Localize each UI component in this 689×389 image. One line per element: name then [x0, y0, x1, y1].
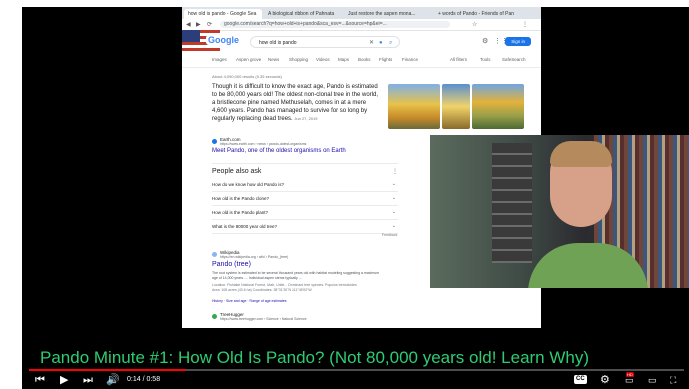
filter-chip[interactable]: Images: [212, 57, 227, 62]
video-caption: Pando Minute #1: How Old Is Pando? (Not …: [40, 348, 590, 367]
browser-tab[interactable]: how old is pando - Google Sea: [184, 9, 262, 19]
filter-chip[interactable]: Aspen grove: [236, 57, 261, 62]
result-url: https://www.treehugger.com › Science › N…: [220, 317, 307, 321]
time-display: 0:14 / 0:58: [127, 376, 161, 383]
browser-tab-bar: how old is pando - Google Sea A biologic…: [182, 7, 541, 19]
source-url: https://www.earth.com › news › pando-old…: [220, 142, 307, 146]
featured-snippet: Though it is difficult to know the exact…: [212, 83, 382, 123]
chevron-down-icon: ⌄: [391, 181, 396, 187]
play-icon[interactable]: ▶: [60, 372, 68, 388]
paa-question-text: How old is the Pando clone?: [212, 196, 270, 201]
chevron-down-icon: ⌄: [391, 209, 396, 215]
result-title-link[interactable]: Pando (tree): [212, 261, 251, 268]
next-icon[interactable]: ⏭: [83, 372, 93, 388]
feedback-link[interactable]: Feedback: [382, 233, 397, 237]
filter-chip[interactable]: Shopping: [289, 57, 308, 62]
result-attributes: Location: Fishlake National Forest, Utah…: [212, 283, 402, 293]
aspen-image[interactable]: [442, 84, 470, 129]
aspen-image[interactable]: [472, 84, 524, 129]
filter-chip[interactable]: Finance: [402, 57, 418, 62]
result-snippet: The root system is estimated to be sever…: [212, 271, 380, 280]
filter-chip[interactable]: Maps: [338, 57, 349, 62]
webcam-overlay: [430, 135, 689, 288]
tools-button[interactable]: Tools: [480, 57, 491, 62]
chevron-down-icon: ⌄: [391, 195, 396, 201]
paa-question-text: How do we know how old Pando is?: [212, 182, 285, 187]
chevron-down-icon: ⌄: [391, 223, 396, 229]
settings-gear-icon[interactable]: ⚙: [482, 37, 488, 45]
filter-chip[interactable]: Flights: [379, 57, 392, 62]
header-divider: [182, 67, 541, 68]
section-divider: [212, 163, 398, 164]
settings-gear-icon[interactable]: ⚙: [600, 372, 610, 388]
reload-icon[interactable]: ⟳: [207, 21, 212, 28]
volume-icon[interactable]: 🔊: [106, 372, 120, 388]
result-stats: About 4,090,000 results (0.35 seconds): [212, 74, 282, 79]
aspen-image[interactable]: [388, 84, 440, 129]
browser-tab[interactable]: + words of Pando - Friends of Pan: [434, 9, 514, 19]
video-player[interactable]: how old is pando - Google Sea A biologic…: [22, 7, 689, 389]
paa-question-text: What is the 80000 year old tree?: [212, 224, 278, 229]
paa-question-text: How old is the Pando plant?: [212, 210, 269, 215]
filter-chip[interactable]: News: [268, 57, 279, 62]
more-options-icon[interactable]: ⋮: [392, 168, 398, 175]
back-icon[interactable]: ◀: [186, 21, 191, 28]
safesearch-button[interactable]: SafeSearch: [502, 57, 526, 62]
source-link[interactable]: Meet Pando, one of the oldest organisms …: [212, 148, 346, 154]
presenter-hair: [550, 141, 612, 167]
filter-chip[interactable]: Videos: [316, 57, 330, 62]
shelf-image: [492, 143, 532, 263]
wikipedia-favicon-icon: [212, 252, 217, 257]
paa-question[interactable]: How do we know how old Pando is? ⌄: [212, 178, 398, 192]
theater-mode-icon[interactable]: ▭: [648, 372, 657, 388]
paa-question[interactable]: How old is the Pando plant? ⌄: [212, 206, 398, 220]
google-header: Google how old is pando ✕ ● ⌕ ⚙ ⋮⋮ Sign …: [182, 30, 541, 54]
treehugger-favicon-icon: [212, 314, 217, 319]
filter-chip[interactable]: Books: [358, 57, 371, 62]
snippet-date: Jun 27, 2019: [294, 116, 318, 121]
earth-favicon-icon: [212, 139, 217, 144]
result-sitelinks[interactable]: History · Size and age · Range of age es…: [212, 299, 287, 303]
all-filters-button[interactable]: All filters: [450, 57, 467, 62]
miniplayer-icon[interactable]: ▭: [625, 372, 634, 388]
microphone-icon[interactable]: ●: [379, 37, 383, 49]
previous-icon[interactable]: ⏮: [35, 372, 45, 388]
google-logo[interactable]: Google: [206, 35, 241, 45]
browser-tab[interactable]: A biological ribbon of Pahnata: [264, 9, 342, 19]
menu-kebab-icon[interactable]: ⋮: [522, 21, 528, 28]
paa-question[interactable]: How old is the Pando clone? ⌄: [212, 192, 398, 206]
clear-icon[interactable]: ✕: [369, 37, 374, 49]
bookmark-star-icon[interactable]: ☆: [472, 21, 477, 28]
search-filters: Images Aspen grove News Shopping Videos …: [212, 57, 532, 65]
result-attribute-line: Area: 108 acres (43.6 ha) Coordinates: 3…: [212, 288, 312, 292]
url-field[interactable]: google.com/search?q=how+old+is+pando&sca…: [220, 21, 450, 28]
search-icon[interactable]: ⌕: [389, 37, 392, 49]
paa-question[interactable]: What is the 80000 year old tree? ⌄: [212, 220, 398, 234]
fullscreen-icon[interactable]: ⛶: [670, 372, 676, 388]
search-input[interactable]: how old is pando ✕ ● ⌕: [250, 36, 400, 48]
search-query-text: how old is pando: [259, 40, 297, 46]
people-also-ask-title: People also ask: [212, 168, 262, 175]
player-controls: ⏮ ▶ ⏭ 🔊 0:14 / 0:58 CC ⚙ HD ▭ ▭ ⛶: [22, 371, 689, 389]
sign-in-button[interactable]: Sign in: [505, 37, 531, 46]
forward-icon[interactable]: ▶: [196, 21, 201, 28]
subtitles-button[interactable]: CC: [574, 375, 587, 384]
result-url: https://en.wikipedia.org › wiki › Pando_…: [220, 255, 289, 259]
browser-tab[interactable]: Just restore the aspen mona...: [344, 9, 432, 19]
